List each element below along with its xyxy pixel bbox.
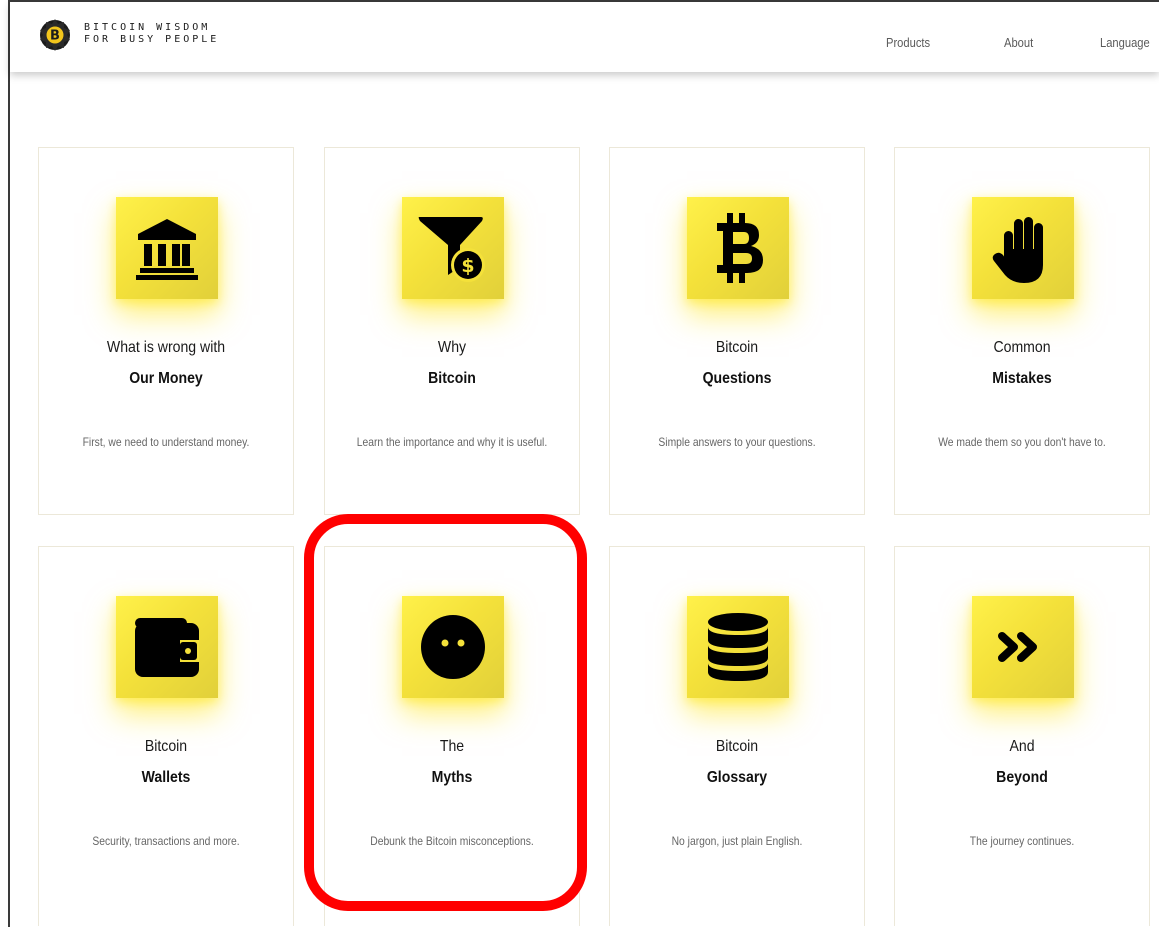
- card-subtitle: Common: [993, 339, 1051, 356]
- top-navbar: B BITCOIN WISDOM FOR BUSY PEOPLE Product…: [10, 2, 1159, 72]
- card-subtitle: Bitcoin: [715, 738, 759, 755]
- card-subtitle: Bitcoin: [715, 339, 759, 356]
- funnel-dollar-icon: $: [418, 217, 485, 282]
- card-title: Mistakes: [992, 370, 1052, 387]
- topic-card-grid: What is wrong with Our Money First, we n…: [38, 147, 1151, 927]
- card-title: Bitcoin: [428, 370, 476, 387]
- wallet-icon: [135, 618, 199, 677]
- card-description: First, we need to understand money.: [82, 435, 250, 449]
- card-icon-tile: [972, 596, 1074, 698]
- card-description: We made them so you don't have to.: [938, 435, 1106, 449]
- card-title: Our Money: [129, 370, 203, 387]
- card-our-money[interactable]: What is wrong with Our Money First, we n…: [38, 147, 294, 515]
- brand-line1: BITCOIN WISDOM: [84, 22, 211, 33]
- card-icon-tile: [116, 197, 218, 299]
- card-description: Debunk the Bitcoin misconceptions.: [370, 834, 534, 848]
- card-and-beyond[interactable]: And Beyond The journey continues.: [894, 546, 1150, 926]
- card-common-mistakes[interactable]: Common Mistakes We made them so you don'…: [894, 147, 1150, 515]
- card-icon-tile: [687, 197, 789, 299]
- card-description: Learn the importance and why it is usefu…: [356, 435, 548, 449]
- card-icon-tile: [402, 596, 504, 698]
- nav-about[interactable]: About: [1004, 35, 1033, 50]
- double-chevron-right-icon: [998, 632, 1037, 662]
- brand-wordmark[interactable]: BITCOIN WISDOM FOR BUSY PEOPLE: [84, 22, 219, 46]
- card-subtitle: Bitcoin: [144, 738, 188, 755]
- bank-icon: [136, 219, 198, 280]
- card-subtitle: The: [439, 738, 465, 755]
- card-title: Myths: [431, 769, 473, 786]
- card-description: Security, transactions and more.: [92, 834, 240, 848]
- card-subtitle: And: [1009, 738, 1035, 755]
- card-subtitle: What is wrong with: [106, 339, 226, 356]
- card-icon-tile: [687, 596, 789, 698]
- face-meh-icon: [421, 615, 485, 679]
- card-bitcoin-wallets[interactable]: Bitcoin Wallets Security, transactions a…: [38, 546, 294, 926]
- card-description: No jargon, just plain English.: [671, 834, 803, 848]
- card-title: Glossary: [706, 769, 768, 786]
- card-bitcoin-questions[interactable]: Bitcoin Questions Simple answers to your…: [609, 147, 865, 515]
- card-icon-tile: $: [402, 197, 504, 299]
- card-title: Questions: [702, 370, 772, 387]
- card-title: Beyond: [996, 769, 1048, 786]
- svg-text:$: $: [461, 255, 474, 277]
- card-the-myths[interactable]: The Myths Debunk the Bitcoin misconcepti…: [324, 546, 580, 926]
- card-subtitle: Why: [437, 339, 467, 356]
- brand-line2: FOR BUSY PEOPLE: [84, 34, 220, 45]
- bitcoin-icon: [717, 213, 763, 283]
- database-icon: [708, 613, 768, 681]
- card-icon-tile: [972, 197, 1074, 299]
- nav-products[interactable]: Products: [886, 35, 930, 50]
- card-why-bitcoin[interactable]: $ Why Bitcoin Learn the importance and w…: [324, 147, 580, 515]
- card-title: Wallets: [141, 769, 191, 786]
- logo-badge-letter: B: [50, 29, 60, 44]
- card-bitcoin-glossary[interactable]: Bitcoin Glossary No jargon, just plain E…: [609, 546, 865, 926]
- nav-language[interactable]: Language: [1100, 35, 1150, 50]
- card-description: Simple answers to your questions.: [658, 435, 816, 449]
- hand-stop-icon: [992, 217, 1043, 283]
- card-icon-tile: [116, 596, 218, 698]
- bitcoin-logo-icon[interactable]: B: [38, 18, 72, 52]
- card-description: The journey continues.: [969, 834, 1075, 848]
